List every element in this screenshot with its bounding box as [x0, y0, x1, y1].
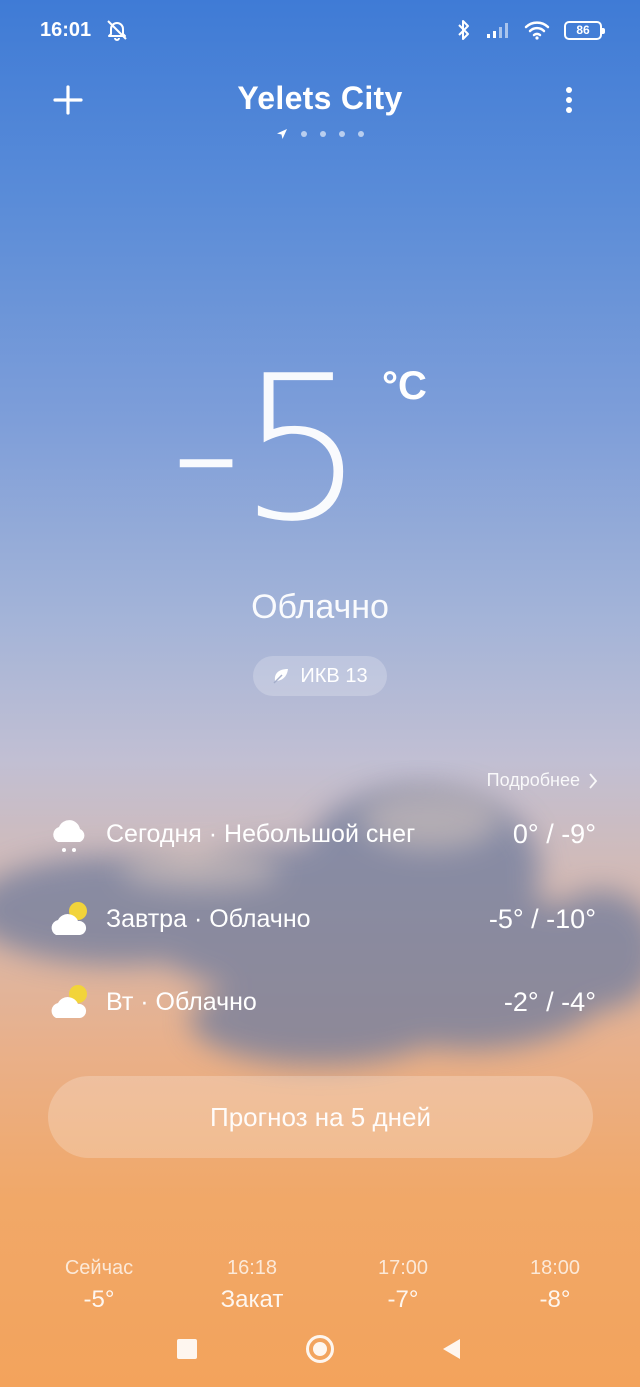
- leaf-icon: [273, 669, 289, 684]
- page-indicator: [0, 128, 640, 140]
- snow-cloud-icon: [53, 820, 85, 852]
- battery-level: 86: [576, 23, 590, 37]
- current-temperature-block: -5 °C: [0, 350, 640, 560]
- temperature-unit: °C: [382, 364, 427, 408]
- page-dot: [320, 131, 326, 137]
- bluetooth-icon: [458, 20, 469, 40]
- city-title[interactable]: Yelets City: [0, 80, 640, 117]
- hourly-value: -5°: [83, 1286, 115, 1313]
- status-bar: 16:01 86: [0, 0, 640, 60]
- hourly-time: 17:00: [377, 1257, 429, 1279]
- forecast-day: Сегодня · Небольшой снег: [106, 819, 416, 848]
- home-icon[interactable]: [306, 1335, 334, 1363]
- hourly-item: 18:00 -8°: [495, 1255, 615, 1315]
- partly-cloudy-icon: [51, 902, 87, 935]
- hourly-value: Закат: [220, 1286, 284, 1313]
- back-icon[interactable]: [440, 1337, 462, 1361]
- forecast-day: Вт · Облачно: [106, 987, 257, 1016]
- hourly-time: 18:00: [529, 1257, 581, 1279]
- aqi-badge[interactable]: ИКВ 13: [253, 656, 387, 696]
- current-condition: Облачно: [251, 588, 389, 626]
- hourly-value: -7°: [387, 1286, 419, 1313]
- signal-icon: [487, 23, 508, 38]
- hourly-value: -8°: [539, 1286, 571, 1313]
- status-time: 16:01: [40, 18, 92, 41]
- page-dot: [301, 131, 307, 137]
- forecast-row[interactable]: Вт · Облачно -2° / -4°: [48, 977, 596, 1027]
- more-vertical-icon[interactable]: [552, 82, 586, 118]
- battery-icon: 86: [564, 20, 605, 40]
- partly-cloudy-icon: [51, 985, 87, 1018]
- hourly-item: Сейчас -5°: [39, 1255, 159, 1315]
- wifi-icon: [524, 21, 550, 40]
- forecast-temps: 0° / -9°: [512, 818, 596, 849]
- forecast-row[interactable]: Сегодня · Небольшой снег 0° / -9°: [48, 809, 596, 859]
- header: Yelets City: [0, 70, 640, 140]
- hourly-time: 16:18: [226, 1257, 278, 1279]
- hourly-item: 17:00 -7°: [343, 1255, 463, 1315]
- five-day-forecast-button[interactable]: Прогноз на 5 дней: [48, 1076, 593, 1158]
- location-arrow-icon: [277, 129, 287, 139]
- forecast-day: Завтра · Облачно: [106, 904, 311, 933]
- current-temperature: -5: [170, 333, 365, 566]
- forecast-temps: -5° / -10°: [488, 903, 596, 934]
- recents-icon[interactable]: [177, 1339, 197, 1359]
- hourly-time: Сейчас: [64, 1257, 134, 1279]
- details-link-label: Подробнее: [486, 770, 580, 790]
- details-link[interactable]: Подробнее: [487, 770, 598, 791]
- system-navigation-bar: [0, 1315, 640, 1387]
- hourly-item: 16:18 Закат: [192, 1255, 312, 1315]
- forecast-temps: -2° / -4°: [503, 986, 596, 1017]
- chevron-right-icon: [589, 772, 598, 789]
- hourly-forecast[interactable]: Сейчас -5° 16:18 Закат 17:00 -7° 18:00 -…: [0, 1255, 640, 1315]
- mute-icon: [107, 20, 127, 41]
- page-dot: [339, 131, 345, 137]
- forecast-row[interactable]: Завтра · Облачно -5° / -10°: [48, 894, 596, 944]
- aqi-label: ИКВ 13: [300, 664, 368, 687]
- page-dot: [358, 131, 364, 137]
